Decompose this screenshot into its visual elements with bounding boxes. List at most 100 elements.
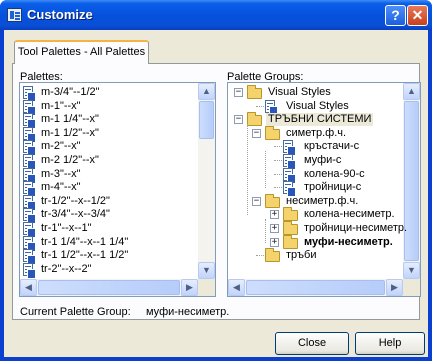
palette-list-item[interactable]: m-4"--x": [23, 181, 195, 198]
palette-list-item[interactable]: m-2"--x": [23, 140, 195, 157]
close-title-button[interactable]: ✕: [407, 5, 428, 26]
customize-app-icon: [7, 8, 22, 22]
groups-vertical-scrollbar[interactable]: ▲ ▼: [403, 83, 420, 279]
tab-all-palettes[interactable]: Tool Palettes - All Palettes: [14, 40, 149, 64]
tree-node-label: тройници-с: [304, 181, 362, 194]
tree-node[interactable]: − несиметр.ф.ч.: [228, 193, 402, 208]
palette-icon: [23, 113, 36, 130]
palette-item-label: tr-1"--x--1": [41, 222, 92, 234]
tree-node[interactable]: − Visual Styles: [228, 85, 402, 99]
palette-item-label: tr-3/4"--x--3/4": [41, 208, 110, 221]
palette-list-item[interactable]: tr-3/4"--x--3/4": [23, 208, 195, 225]
palette-item-label: m-3"--x": [41, 167, 81, 180]
tree-node-label: тръби: [286, 249, 317, 262]
folder-icon: [247, 85, 262, 99]
palette-list-item[interactable]: tr-1 1/4"--x--1 1/4": [23, 235, 195, 252]
scroll-right-button[interactable]: ▶: [181, 279, 198, 296]
tree-connector: [247, 124, 248, 216]
palette-list-item[interactable]: m-1 1/4"--x": [23, 113, 195, 130]
palette-icon: [23, 208, 36, 225]
scroll-thumb[interactable]: [199, 101, 214, 139]
palette-icon: [283, 181, 296, 198]
tree-node[interactable]: муфи-с: [228, 154, 402, 170]
scroll-up-button[interactable]: ▲: [198, 83, 215, 100]
palette-item-label: m-3/4"--1/2": [41, 86, 100, 98]
palette-list-item[interactable]: m-1"--x": [23, 99, 195, 116]
scroll-up-button[interactable]: ▲: [403, 83, 420, 100]
palette-icon: [23, 249, 36, 266]
palette-item-label: tr-2"--x--2": [41, 262, 92, 275]
palette-item-label: m-2 1/2"--x": [41, 154, 99, 166]
tree-node[interactable]: + муфи-несиметр.: [228, 234, 402, 249]
palette-list-item[interactable]: m-1 1/2"--x": [23, 126, 195, 143]
palette-list-item[interactable]: tr-1"--x--1": [23, 222, 195, 238]
folder-icon: [265, 125, 280, 140]
palette-icon: [23, 154, 36, 170]
tree-node-label: колена-несиметр.: [304, 208, 395, 221]
palette-icon: [283, 154, 296, 170]
palettes-listbox[interactable]: ▲ ▼ ◀ ▶ m-3/4"--1/2" m-1"--x" m-1 1/4"--x"…: [19, 82, 216, 297]
collapse-icon[interactable]: −: [252, 196, 261, 206]
scroll-right-button[interactable]: ▶: [386, 279, 403, 296]
tree-node[interactable]: + тройници-несиметр.: [228, 221, 407, 235]
palette-icon: [23, 194, 36, 211]
tree-node-label: несиметр.ф.ч.: [286, 194, 359, 207]
tree-node[interactable]: Visual Styles: [228, 99, 402, 116]
scroll-left-button[interactable]: ◀: [20, 279, 37, 296]
palettes-vertical-scrollbar[interactable]: ▲ ▼: [198, 83, 215, 279]
tree-node[interactable]: колена-90-с: [228, 167, 402, 184]
palette-icon: [265, 99, 278, 116]
current-group-label: Current Palette Group:: [20, 306, 131, 318]
scroll-thumb[interactable]: [404, 101, 419, 261]
folder-icon: [265, 193, 280, 208]
tree-connector: [265, 219, 266, 243]
tree-node[interactable]: тройници-с: [228, 181, 402, 198]
tree-node-label: муфи-несиметр.: [304, 235, 393, 248]
palette-list-item[interactable]: tr-1/2"--x--1/2": [23, 194, 195, 211]
palette-icon: [283, 140, 296, 157]
collapse-icon[interactable]: −: [234, 115, 243, 125]
palette-groups-tree[interactable]: ▲ ▼ ◀ ▶ − Visual Styles Visual Styles − ТРЪБ…: [227, 82, 421, 297]
palette-item-label: m-2"--x": [41, 140, 81, 153]
palette-icon: [23, 99, 36, 116]
scroll-thumb[interactable]: [246, 280, 385, 295]
scroll-down-button[interactable]: ▼: [198, 262, 215, 279]
palettes-horizontal-scrollbar[interactable]: ◀ ▶: [20, 279, 198, 296]
tree-node-label: тройници-несиметр.: [304, 222, 408, 234]
help-button[interactable]: Help: [355, 332, 425, 355]
tree-node[interactable]: − симетр.ф.ч.: [228, 125, 402, 140]
palette-list-item[interactable]: m-3/4"--1/2": [23, 86, 195, 102]
scroll-left-button[interactable]: ◀: [228, 279, 245, 296]
palette-icon: [23, 181, 36, 198]
palette-list-item[interactable]: tr-2"--x--2": [23, 262, 195, 279]
tree-node[interactable]: кръстачи-с: [228, 140, 402, 157]
palette-icon: [23, 262, 36, 279]
folder-icon: [247, 112, 262, 127]
close-button[interactable]: Close: [275, 332, 349, 355]
help-title-button[interactable]: ?: [385, 5, 406, 26]
palette-item-label: m-4"--x": [41, 181, 81, 194]
tree-connector: [265, 151, 266, 189]
expand-icon[interactable]: +: [270, 210, 279, 220]
scroll-thumb[interactable]: [38, 280, 180, 295]
folder-icon: [283, 234, 298, 249]
palette-icon: [23, 235, 36, 252]
tree-node[interactable]: − ТРЪБНИ СИСТЕМИ: [228, 112, 402, 127]
groups-horizontal-scrollbar[interactable]: ◀ ▶: [228, 279, 403, 296]
palette-list-item[interactable]: m-3"--x": [23, 167, 195, 184]
expand-icon[interactable]: +: [270, 237, 279, 247]
expand-icon[interactable]: +: [270, 224, 279, 233]
collapse-icon[interactable]: −: [234, 88, 243, 97]
tree-node[interactable]: тръби: [228, 248, 402, 263]
palette-item-label: m-1 1/2"--x": [41, 126, 99, 139]
window-title: Customize: [27, 7, 93, 22]
scroll-down-button[interactable]: ▼: [403, 262, 420, 279]
palette-list-item[interactable]: m-2 1/2"--x": [23, 154, 195, 170]
collapse-icon[interactable]: −: [252, 128, 261, 138]
tree-node-label: ТРЪБНИ СИСТЕМИ: [266, 113, 374, 127]
tree-node-label: кръстачи-с: [304, 140, 360, 153]
palette-list-item[interactable]: tr-1 1/2"--x--1 1/2": [23, 249, 195, 266]
title-bar[interactable]: Customize ? ✕: [0, 0, 432, 30]
palette-icon: [23, 140, 36, 157]
tree-node[interactable]: + колена-несиметр.: [228, 207, 402, 222]
